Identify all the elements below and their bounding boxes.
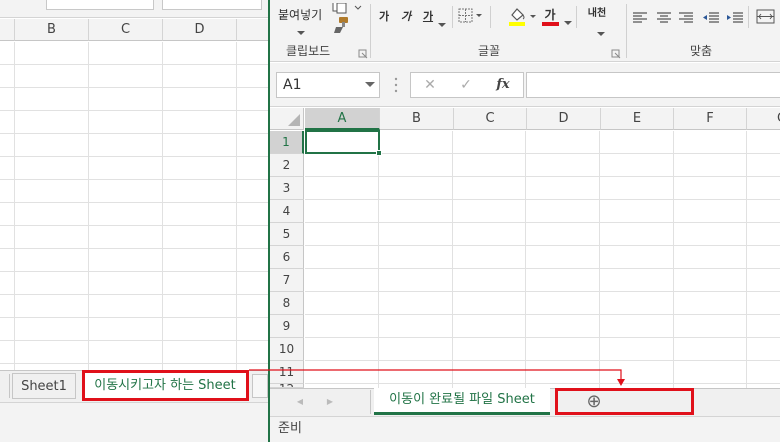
move-arrow-line xyxy=(249,369,622,380)
move-arrow-annotation xyxy=(249,369,625,386)
move-arrow-head-icon xyxy=(617,379,625,386)
